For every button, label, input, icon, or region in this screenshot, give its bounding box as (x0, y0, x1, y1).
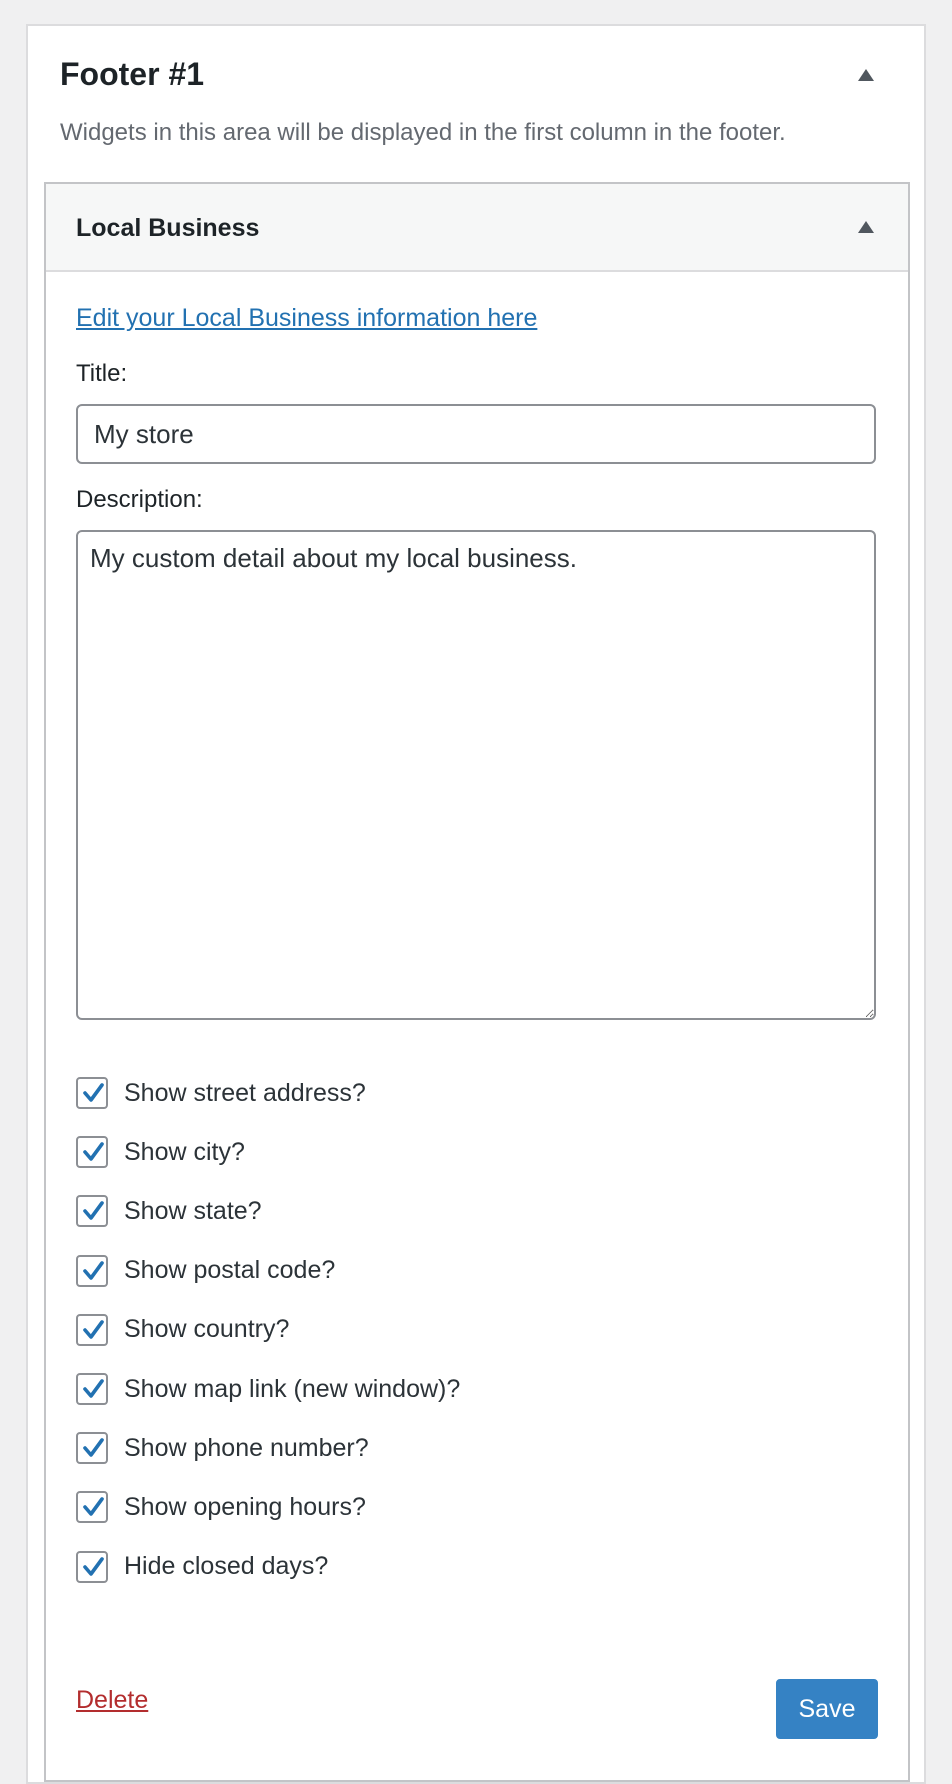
checkmark-icon (83, 1497, 104, 1517)
checkbox-row[interactable]: Show opening hours? (76, 1490, 366, 1524)
checkbox-row[interactable]: Show map link (new window)? (76, 1372, 460, 1406)
local-business-widget: Local Business Edit your Local Business … (44, 182, 910, 1782)
checkbox-label: Show city? (124, 1137, 245, 1166)
checkbox[interactable] (76, 1491, 108, 1524)
checkbox-row[interactable]: Show city? (76, 1135, 245, 1169)
checkbox-label: Show street address? (124, 1078, 366, 1107)
checkbox-row[interactable]: Show street address? (76, 1076, 366, 1110)
checkmark-icon (83, 1438, 104, 1457)
checkbox-label: Hide closed days? (124, 1552, 329, 1581)
checkbox[interactable] (76, 1254, 108, 1287)
checkbox[interactable] (76, 1550, 108, 1583)
collapse-arrow-icon[interactable] (858, 221, 874, 233)
widget-area-title: Footer #1 (60, 56, 205, 92)
edit-business-info-link[interactable]: Edit your Local Business information her… (76, 304, 537, 333)
checkbox-label: Show state? (124, 1196, 262, 1225)
checkbox[interactable] (76, 1077, 108, 1109)
checkmark-icon (83, 1083, 104, 1102)
checkmark-icon (83, 1260, 104, 1280)
widget-title: Local Business (76, 214, 260, 242)
checkbox-row[interactable]: Show state? (76, 1194, 262, 1228)
checkmark-icon (83, 1379, 104, 1398)
widget-area-footer-1: Footer #1 Widgets in this area will be d… (26, 24, 926, 1784)
widget-area-header[interactable]: Footer #1 Widgets in this area will be d… (28, 26, 924, 194)
checkmark-icon (83, 1556, 104, 1576)
checkbox-label: Show opening hours? (124, 1492, 366, 1521)
save-button[interactable]: Save (776, 1679, 878, 1739)
checkmark-icon (83, 1201, 104, 1221)
widget-header[interactable]: Local Business (46, 184, 908, 272)
checkbox-label: Show country? (124, 1315, 290, 1344)
checkbox[interactable] (76, 1136, 108, 1169)
checkbox-label: Show map link (new window)? (124, 1374, 461, 1403)
widget-area-description: Widgets in this area will be displayed i… (60, 119, 786, 146)
checkbox-row[interactable]: Show country? (76, 1313, 289, 1347)
checkbox-label: Show postal code? (124, 1256, 336, 1285)
description-textarea[interactable]: My custom detail about my local business… (76, 530, 876, 1020)
title-label: Title: (76, 360, 128, 387)
checkbox[interactable] (76, 1373, 108, 1405)
checkmark-icon (83, 1142, 104, 1161)
title-input[interactable] (76, 404, 876, 464)
checkmark-icon (83, 1319, 104, 1339)
checkbox[interactable] (76, 1195, 108, 1228)
checkbox-row[interactable]: Show postal code? (76, 1254, 335, 1288)
checkbox-label: Show phone number? (124, 1433, 369, 1462)
description-label: Description: (76, 486, 203, 513)
checkbox[interactable] (76, 1313, 108, 1346)
collapse-arrow-icon[interactable] (858, 69, 874, 81)
delete-link[interactable]: Delete (76, 1686, 148, 1715)
checkbox[interactable] (76, 1432, 108, 1465)
checkbox-row[interactable]: Show phone number? (76, 1431, 369, 1465)
checkbox-row[interactable]: Hide closed days? (76, 1550, 328, 1584)
